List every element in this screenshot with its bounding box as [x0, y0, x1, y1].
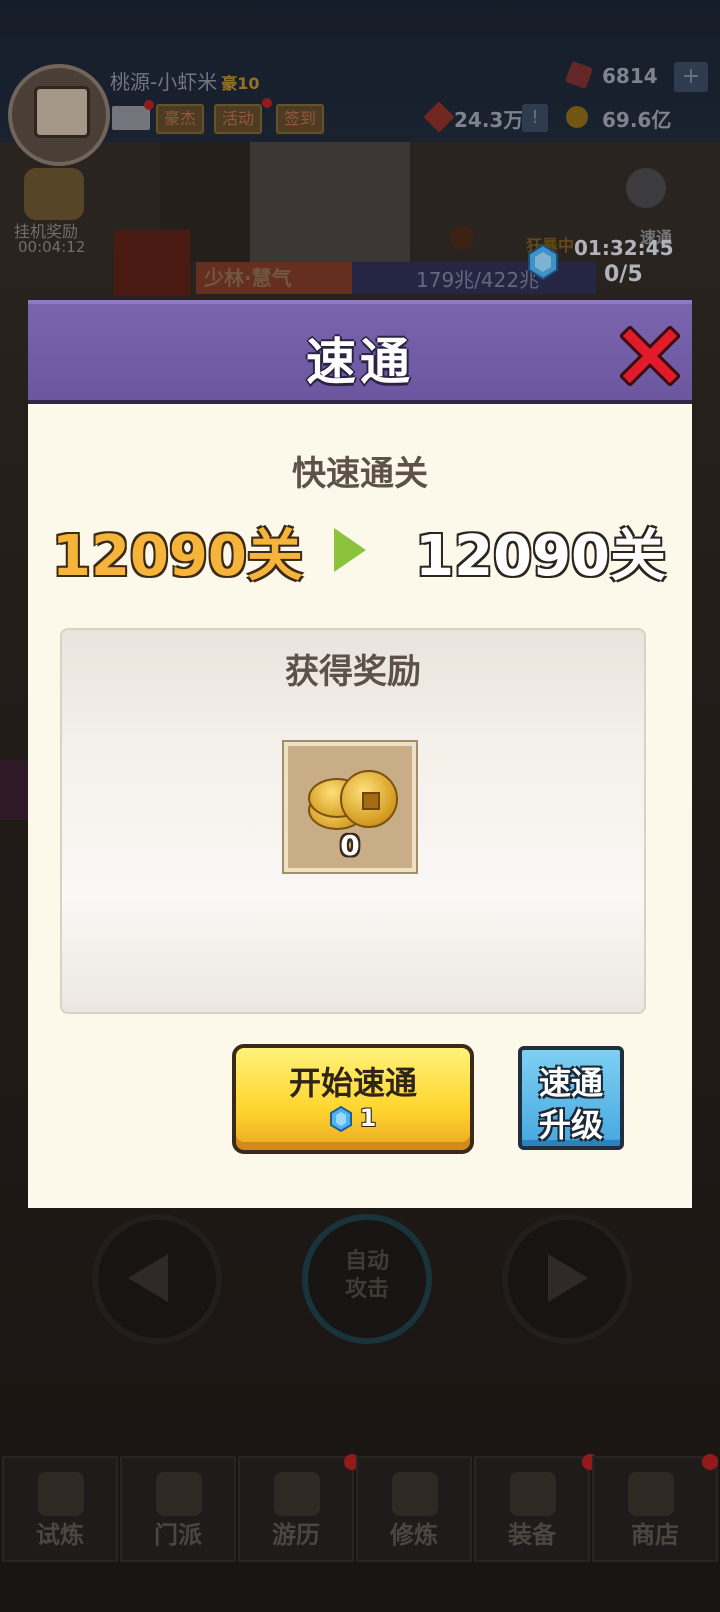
start-button-label: 开始速通	[288, 1064, 417, 1102]
reward-item-slot[interactable]: 0	[284, 742, 416, 872]
target-stage: 12090关	[415, 524, 666, 589]
coin-front	[340, 770, 398, 828]
start-quick-clear-button[interactable]: 开始速通 1	[232, 1044, 474, 1154]
dialog-title: 速通	[306, 333, 414, 391]
reward-panel: 获得奖励 0	[60, 628, 646, 1014]
current-stage: 12090关	[52, 524, 303, 589]
upgrade-line2: 升级	[538, 1106, 603, 1144]
dialog-header: 速通	[28, 300, 692, 404]
coin-hole	[362, 792, 380, 810]
upgrade-quick-clear-button[interactable]: 速通 升级	[518, 1046, 624, 1150]
quick-clear-dialog: 速通 快速通关 12090关 12090关 获得奖励 0 开始速通 1 速通 升…	[28, 300, 692, 1208]
dialog-subtitle: 快速通关	[292, 454, 428, 494]
close-x-icon[interactable]	[620, 326, 680, 386]
reward-title: 获得奖励	[285, 652, 421, 692]
blue-gem-icon	[329, 1106, 352, 1132]
upgrade-line1: 速通	[538, 1064, 603, 1102]
dialog-body: 快速通关 12090关 12090关 获得奖励 0 开始速通 1 速通 升级	[28, 404, 692, 1208]
start-cost-value: 1	[359, 1104, 377, 1132]
start-button-cost: 1	[236, 1104, 470, 1132]
reward-count: 0	[340, 829, 360, 862]
play-arrow-icon	[334, 528, 366, 572]
